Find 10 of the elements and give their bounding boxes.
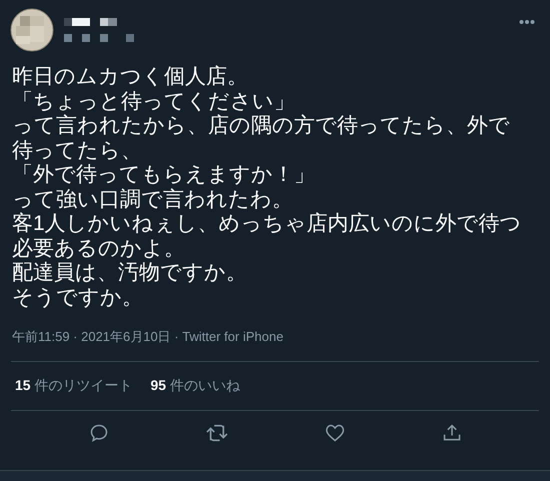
heart-icon[interactable] — [324, 422, 344, 442]
reply-icon[interactable] — [88, 422, 108, 442]
stat-link[interactable]: 15 件のリツイート — [15, 375, 132, 396]
retweet-icon[interactable] — [206, 422, 228, 442]
stat-link[interactable]: 95 件のいいね — [150, 375, 240, 396]
more-icon[interactable] — [519, 19, 535, 25]
tweet-timestamp: 午前11:59 · 2021年6月10日 · Twitter for iPhone — [12, 328, 284, 346]
share-icon[interactable] — [442, 422, 462, 442]
tweet-text: 昨日のムカつく個人店。 「ちょっと待ってください」 って言われたから、店の隅の方で待ってたら、外で待ってたら、 「外で待ってもらえますか！」 って強い口調で言われたわ。 客1人しかいねぇし、めっちゃ店内広いのに外で待つ必要あるのかよ。 配達員は、汚物ですか。 そうですか。 — [12, 65, 523, 310]
avatar-drawing — [10, 8, 54, 52]
